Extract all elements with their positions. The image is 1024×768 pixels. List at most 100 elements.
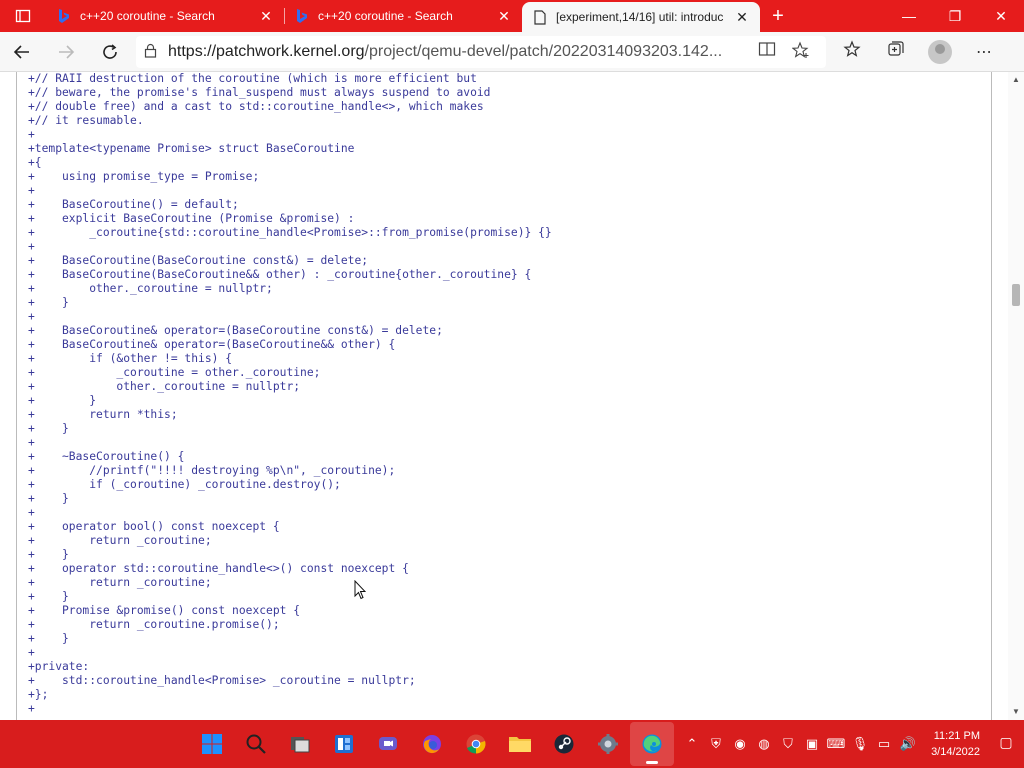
start-icon[interactable] <box>190 722 234 766</box>
code-line: +// it resumable. <box>28 114 144 127</box>
steam-icon[interactable] <box>542 722 586 766</box>
notification-icon[interactable]: ▢ <box>996 734 1016 754</box>
camera-icon[interactable]: ▣ <box>800 736 824 752</box>
code-line: + } <box>28 296 69 309</box>
code-line: +}; <box>28 688 49 701</box>
tab-actions-icon <box>15 9 31 23</box>
code-line: + return _coroutine; <box>28 576 212 589</box>
page-content: +// RAII destruction of the coroutine (w… <box>0 72 1024 720</box>
clock-time: 11:21 PM <box>933 730 980 742</box>
minimize-button[interactable]: — <box>886 0 932 32</box>
edge-icon[interactable] <box>630 722 674 766</box>
tab-bar: c++20 coroutine - Search ✕ c++20 corouti… <box>0 0 1024 32</box>
code-line: + BaseCoroutine() = default; <box>28 198 239 211</box>
code-line: + BaseCoroutine& operator=(BaseCoroutine… <box>28 338 396 351</box>
system-tray: ⌃ ⛨ ◉ ◍ ⛉ ▣ ⌨ 🎙 ▭ 🔊 <box>680 720 920 768</box>
vpn-icon[interactable]: ⛉ <box>776 736 800 752</box>
avatar <box>928 39 952 64</box>
taskbar: ⌃ ⛨ ◉ ◍ ⛉ ▣ ⌨ 🎙 ▭ 🔊 11:21 PM 3/14/2022 ▢ <box>0 720 1024 768</box>
code-line: + BaseCoroutine& operator=(BaseCoroutine… <box>28 324 443 337</box>
favorites-icon[interactable] <box>830 40 874 63</box>
tab-patchwork[interactable]: [experiment,14/16] util: introduc ✕ <box>522 2 760 32</box>
firefox-icon[interactable] <box>410 722 454 766</box>
code-line: + return _coroutine; <box>28 534 212 547</box>
code-line: + explicit BaseCoroutine (Promise &promi… <box>28 212 355 225</box>
navigation-bar: https://patchwork.kernel.org/project/qem… <box>0 32 1024 72</box>
restore-button[interactable]: ❐ <box>932 0 978 32</box>
bing-icon <box>56 8 72 24</box>
chat-icon[interactable] <box>366 722 410 766</box>
code-line: +private: <box>28 660 90 673</box>
forward-arrow-icon <box>59 44 75 59</box>
widgets-icon[interactable] <box>322 722 366 766</box>
defender-icon[interactable]: ⛨ <box>704 736 728 752</box>
file-explorer-icon[interactable] <box>498 722 542 766</box>
page-icon <box>532 9 548 25</box>
chrome-tray-icon[interactable]: ◍ <box>752 736 776 752</box>
volume-icon[interactable]: 🔊 <box>896 736 920 752</box>
search-icon[interactable] <box>234 722 278 766</box>
lock-icon[interactable] <box>144 43 168 61</box>
collections-icon[interactable] <box>874 40 918 63</box>
close-icon[interactable]: ✕ <box>496 8 512 25</box>
refresh-button[interactable] <box>88 32 132 72</box>
close-icon[interactable]: ✕ <box>734 9 750 26</box>
bing-icon <box>294 8 310 24</box>
new-tab-button[interactable]: + <box>760 0 796 32</box>
code-line: + <box>28 506 35 519</box>
code-line: + <box>28 702 35 715</box>
steam-tray-icon[interactable]: ◉ <box>728 736 752 752</box>
code-line: + } <box>28 422 69 435</box>
network-icon[interactable]: ▭ <box>872 736 896 752</box>
forward-button[interactable] <box>44 32 88 72</box>
code-line: + return _coroutine.promise(); <box>28 618 280 631</box>
tab-search-2[interactable]: c++20 coroutine - Search ✕ <box>284 0 522 32</box>
code-line: +// beware, the promise's final_suspend … <box>28 86 491 99</box>
profile-button[interactable] <box>918 39 962 64</box>
chrome-icon[interactable] <box>454 722 498 766</box>
code-line: + } <box>28 632 69 645</box>
add-favorite-icon[interactable] <box>784 41 818 63</box>
mouse-cursor-icon <box>354 580 366 600</box>
close-window-button[interactable]: ✕ <box>978 0 1024 32</box>
settings-icon[interactable] <box>586 722 630 766</box>
code-line: + } <box>28 590 69 603</box>
code-line: + Promise &promise() const noexcept { <box>28 604 301 617</box>
url-text[interactable]: https://patchwork.kernel.org/project/qem… <box>168 43 750 61</box>
code-line: + _coroutine = other._coroutine; <box>28 366 321 379</box>
more-menu-icon[interactable]: ⋯ <box>962 42 1006 62</box>
address-bar[interactable]: https://patchwork.kernel.org/project/qem… <box>136 35 826 68</box>
code-line: + <box>28 310 35 323</box>
clock[interactable]: 11:21 PM 3/14/2022 <box>931 728 980 760</box>
code-line: + <box>28 128 35 141</box>
back-button[interactable] <box>0 32 44 72</box>
address-bar-icons <box>750 41 818 63</box>
chevron-up-icon[interactable]: ⌃ <box>680 736 704 752</box>
code-line: + BaseCoroutine(BaseCoroutine&& other) :… <box>28 268 532 281</box>
code-line: + } <box>28 394 97 407</box>
tab-actions-button[interactable] <box>0 0 46 32</box>
tab-title: [experiment,14/16] util: introduc <box>556 10 724 24</box>
code-line: + } <box>28 492 69 505</box>
close-icon[interactable]: ✕ <box>258 8 274 25</box>
clock-date: 3/14/2022 <box>931 746 980 758</box>
tab-search-1[interactable]: c++20 coroutine - Search ✕ <box>46 0 284 32</box>
url-host: https://patchwork.kernel.org <box>168 42 365 60</box>
code-line: + _coroutine{std::coroutine_handle<Promi… <box>28 226 552 239</box>
scroll-up-icon[interactable]: ▲ <box>1008 72 1024 88</box>
refresh-icon <box>103 43 117 59</box>
scroll-thumb[interactable] <box>1012 284 1020 306</box>
window-controls: — ❐ ✕ <box>886 0 1024 32</box>
vertical-scrollbar[interactable]: ▲ ▼ <box>1008 72 1024 720</box>
microphone-icon[interactable]: 🎙 <box>848 736 872 752</box>
tab-title: c++20 coroutine - Search <box>318 9 453 23</box>
code-line: +{ <box>28 156 42 169</box>
keyboard-icon[interactable]: ⌨ <box>824 736 848 752</box>
code-line: + other._coroutine = nullptr; <box>28 282 273 295</box>
code-line: + <box>28 184 35 197</box>
immersive-reader-icon[interactable] <box>750 41 784 63</box>
patch-code: +// RAII destruction of the coroutine (w… <box>28 72 552 716</box>
task-view-icon[interactable] <box>278 722 322 766</box>
code-line: + other._coroutine = nullptr; <box>28 380 301 393</box>
scroll-down-icon[interactable]: ▼ <box>1008 704 1024 720</box>
